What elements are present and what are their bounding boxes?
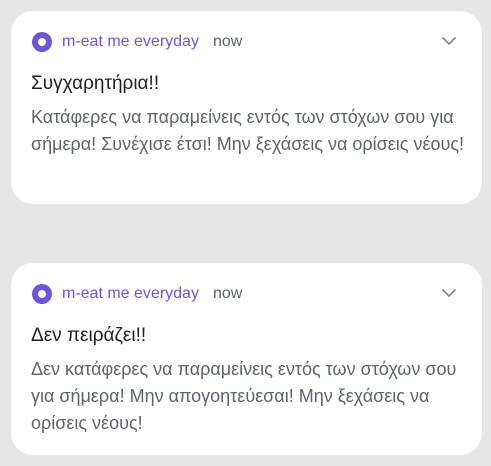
notification-body: Κατάφερες να παραμείνεις εντός των στόχω…: [31, 107, 465, 154]
notification-card[interactable]: m-eat me everyday now Συγχαρητήρια!! Κατ…: [11, 11, 482, 204]
notification-time: now: [213, 285, 243, 302]
notification-body: Δεν κατάφερες να παραμείνεις εντός των σ…: [31, 359, 457, 433]
chevron-down-icon[interactable]: [441, 288, 457, 298]
app-icon: [32, 32, 52, 52]
app-name: m-eat me everyday: [62, 285, 199, 302]
notification-title: Δεν πειράζει!!: [31, 325, 147, 346]
notification-title: Συγχαρητήρια!!: [31, 73, 160, 94]
app-icon: [32, 284, 52, 304]
chevron-down-icon[interactable]: [441, 36, 457, 46]
notification-card[interactable]: m-eat me everyday now Δεν πειράζει!! Δεν…: [11, 263, 482, 455]
notification-time: now: [213, 33, 243, 50]
app-name: m-eat me everyday: [62, 33, 199, 50]
